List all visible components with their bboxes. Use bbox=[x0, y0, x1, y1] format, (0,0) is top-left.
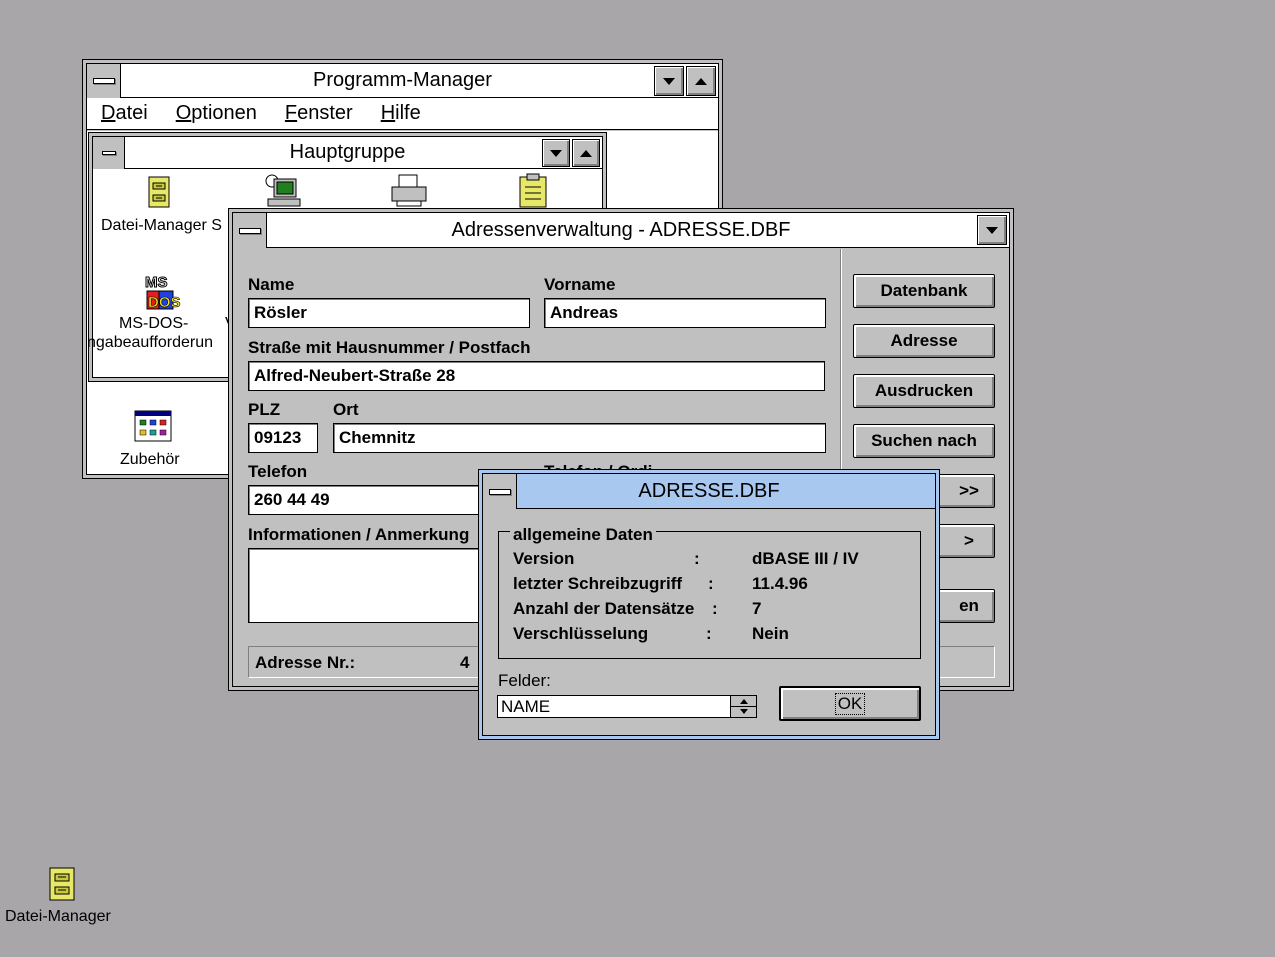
minimize-icon bbox=[663, 77, 675, 85]
file-manager-program-label[interactable]: Datei-Manager S bbox=[101, 217, 222, 235]
fields-combobox[interactable]: NAME bbox=[497, 695, 757, 718]
label-adresse-nr: Adresse Nr.: bbox=[255, 653, 356, 672]
plz-field[interactable]: 09123 bbox=[248, 423, 318, 453]
menu-fenster[interactable]: Fenster bbox=[285, 102, 353, 125]
dbf-system-menu-button[interactable] bbox=[483, 474, 517, 509]
label-name: Name bbox=[248, 275, 295, 294]
row-lastwrite-value: 11.4.96 bbox=[752, 574, 808, 593]
clock-program-icon[interactable] bbox=[264, 173, 304, 209]
row-lastwrite-sep: : bbox=[708, 574, 714, 593]
system-menu-icon bbox=[92, 78, 115, 84]
group-maximize-button[interactable] bbox=[572, 139, 600, 167]
minimize-icon bbox=[550, 149, 562, 157]
row-version-key: Version bbox=[513, 549, 575, 568]
svg-text:MS: MS bbox=[145, 274, 168, 291]
dbf-dialog-titlebar[interactable]: ADRESSE.DBF bbox=[483, 474, 935, 509]
datenbank-button[interactable]: Datenbank bbox=[853, 274, 995, 308]
fields-spin-button[interactable] bbox=[730, 696, 757, 717]
msdos-label-line2[interactable]: ngabeaufforderun bbox=[87, 334, 213, 352]
dbf-info-dialog[interactable]: ADRESSE.DBF allgemeine Daten Version : d… bbox=[478, 469, 940, 740]
menu-hilfe[interactable]: Hilfe bbox=[381, 102, 421, 125]
row-encryption-value: Nein bbox=[752, 624, 789, 643]
fields-label: Felder: bbox=[498, 671, 551, 690]
address-minimize-button[interactable] bbox=[977, 215, 1007, 245]
address-system-menu-button[interactable] bbox=[233, 213, 267, 248]
window-title: Programm-Manager bbox=[313, 69, 492, 91]
label-strasse: Straße mit Hausnummer / Postfach bbox=[248, 338, 531, 357]
group-titlebar[interactable]: Hauptgruppe bbox=[93, 137, 602, 169]
msdos-label-line1[interactable]: MS-DOS- bbox=[119, 315, 188, 333]
adresse-nr-value: 4 bbox=[460, 653, 470, 672]
system-menu-icon bbox=[488, 488, 511, 495]
file-cabinet-icon bbox=[49, 867, 75, 901]
label-telefon: Telefon bbox=[248, 462, 308, 481]
msdos-program-icon[interactable]: MS DOS bbox=[141, 271, 181, 313]
minimize-button[interactable] bbox=[654, 66, 684, 96]
accessories-group-icon[interactable] bbox=[134, 410, 172, 442]
ort-field[interactable]: Chemnitz bbox=[333, 423, 826, 453]
label-ort: Ort bbox=[333, 400, 359, 419]
dbf-dialog-title: ADRESSE.DBF bbox=[638, 479, 780, 502]
svg-text:DOS: DOS bbox=[148, 294, 181, 311]
group-icon bbox=[134, 410, 172, 442]
row-count-sep: : bbox=[712, 599, 718, 618]
group-title: Hauptgruppe bbox=[289, 141, 406, 163]
system-menu-button[interactable] bbox=[87, 64, 121, 98]
system-menu-icon bbox=[238, 227, 261, 234]
program-manager-titlebar[interactable]: Programm-Manager bbox=[87, 64, 718, 98]
clipboard-icon-button[interactable] bbox=[517, 173, 549, 209]
label-vorname: Vorname bbox=[544, 275, 616, 294]
clipboard-icon bbox=[519, 173, 547, 208]
minimize-icon bbox=[986, 226, 998, 234]
file-cabinet-icon bbox=[148, 176, 170, 208]
suchen-nach-button[interactable]: Suchen nach bbox=[853, 424, 995, 458]
group-system-menu-button[interactable] bbox=[93, 137, 125, 169]
row-encryption-sep: : bbox=[706, 624, 712, 643]
row-count-key: Anzahl der Datensätze bbox=[513, 599, 695, 618]
group-minimize-button[interactable] bbox=[542, 139, 570, 167]
name-field[interactable]: Rösler bbox=[248, 298, 530, 328]
row-lastwrite-key: letzter Schreibzugriff bbox=[513, 574, 683, 593]
ok-button-label: OK bbox=[834, 692, 866, 715]
maximize-button[interactable] bbox=[686, 66, 716, 96]
row-count-value: 7 bbox=[752, 599, 762, 618]
strasse-field[interactable]: Alfred-Neubert-Straße 28 bbox=[248, 361, 825, 391]
accessories-group-label[interactable]: Zubehör bbox=[120, 451, 180, 469]
desktop-file-manager-label[interactable]: Datei-Manager bbox=[5, 908, 111, 926]
label-info: Informationen / Anmerkung bbox=[248, 525, 470, 544]
row-version-sep: : bbox=[694, 549, 700, 568]
maximize-icon bbox=[695, 77, 707, 85]
desktop-file-manager-icon[interactable] bbox=[47, 866, 77, 902]
general-data-label: allgemeine Daten bbox=[510, 525, 656, 545]
maximize-icon bbox=[580, 149, 592, 157]
adresse-button[interactable]: Adresse bbox=[853, 324, 995, 358]
ok-button[interactable]: OK bbox=[779, 686, 921, 721]
row-encryption-key: Verschlüsselung bbox=[513, 624, 649, 643]
row-version-value: dBASE III / IV bbox=[752, 549, 859, 568]
menu-datei[interactable]: Datei bbox=[101, 102, 148, 125]
msdos-icon: MS DOS bbox=[145, 274, 181, 312]
label-plz: PLZ bbox=[248, 400, 281, 419]
computer-icon bbox=[265, 174, 301, 207]
printer-icon bbox=[391, 174, 427, 207]
file-manager-program-icon[interactable] bbox=[147, 175, 171, 209]
fields-selected-value: NAME bbox=[501, 697, 551, 716]
ausdrucken-button[interactable]: Ausdrucken bbox=[853, 374, 995, 408]
address-app-title: Adressenverwaltung - ADRESSE.DBF bbox=[451, 218, 791, 241]
program-manager-menubar: Datei Optionen Fenster Hilfe bbox=[87, 98, 718, 130]
vorname-field[interactable]: Andreas bbox=[544, 298, 826, 328]
menu-optionen[interactable]: Optionen bbox=[176, 102, 257, 125]
system-menu-icon bbox=[101, 151, 116, 155]
address-app-titlebar[interactable]: Adressenverwaltung - ADRESSE.DBF bbox=[233, 213, 1009, 248]
spin-arrows-icon bbox=[731, 699, 757, 714]
print-manager-icon[interactable] bbox=[389, 173, 429, 209]
